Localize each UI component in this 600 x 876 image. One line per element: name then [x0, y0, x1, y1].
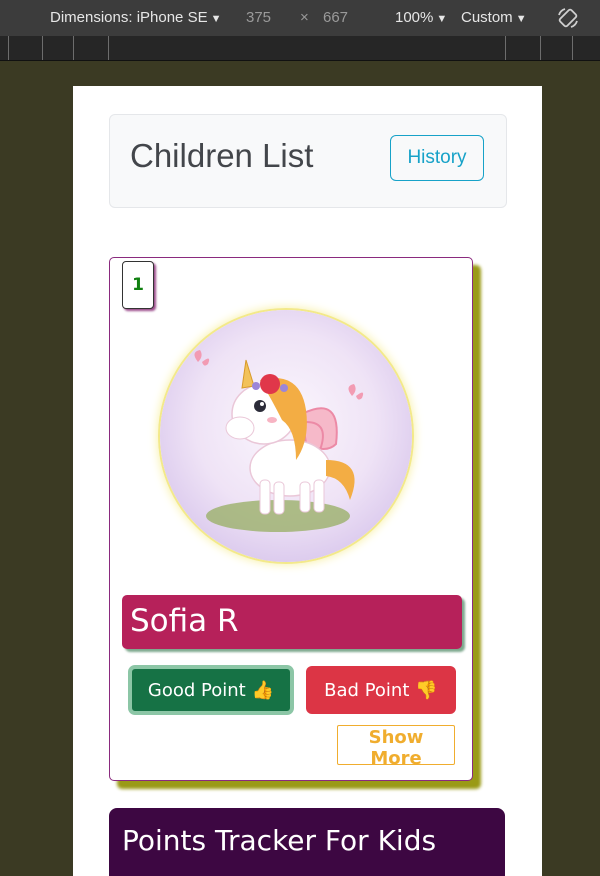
page-title: Children List [130, 137, 314, 174]
zoom-selector[interactable]: 100% ▼ [395, 9, 447, 26]
footer-bar: Points Tracker For Kids [109, 808, 505, 876]
rotate-icon[interactable] [556, 6, 580, 30]
unicorn-avatar [158, 308, 414, 564]
good-point-button[interactable]: Good Point 👍 [128, 665, 294, 715]
device-viewport: Children List History 1 Sofia R Good Poi… [73, 86, 542, 876]
child-index-badge: 1 [122, 261, 154, 309]
child-card: 1 Sofia R Good Point 👍 Bad Point 👎 Show … [109, 257, 473, 781]
height-field[interactable]: 667 [323, 9, 348, 26]
device-label: Dimensions: iPhone SE [50, 9, 208, 26]
caret-down-icon: ▼ [436, 13, 448, 25]
throttle-label: Custom [461, 9, 513, 26]
devtools-toolbar: Dimensions: iPhone SE ▼ 375 × 667 100% ▼ C… [0, 0, 600, 36]
history-button[interactable]: History [390, 135, 484, 181]
child-name: Sofia R [130, 603, 239, 639]
caret-down-icon: ▼ [210, 13, 222, 25]
zoom-label: 100% [395, 9, 434, 26]
dimension-separator: × [300, 9, 309, 26]
device-selector[interactable]: Dimensions: iPhone SE ▼ [50, 9, 221, 26]
footer-title: Points Tracker For Kids [122, 824, 437, 857]
good-point-label: Good Point [147, 679, 246, 701]
thumbs-up-icon: 👍 [251, 679, 275, 701]
child-name-bar: Sofia R [122, 595, 462, 649]
width-field[interactable]: 375 [246, 9, 271, 26]
bad-point-button[interactable]: Bad Point 👎 [306, 666, 456, 714]
header-card: Children List History [109, 114, 507, 208]
thumbs-down-icon: 👎 [415, 679, 438, 701]
show-more-button[interactable]: Show More [337, 725, 455, 769]
unicorn-illustration [160, 310, 412, 562]
bad-point-label: Bad Point [324, 679, 410, 701]
media-query-ruler [0, 36, 600, 61]
caret-down-icon: ▼ [515, 13, 527, 25]
throttle-selector[interactable]: Custom ▼ [461, 9, 527, 26]
